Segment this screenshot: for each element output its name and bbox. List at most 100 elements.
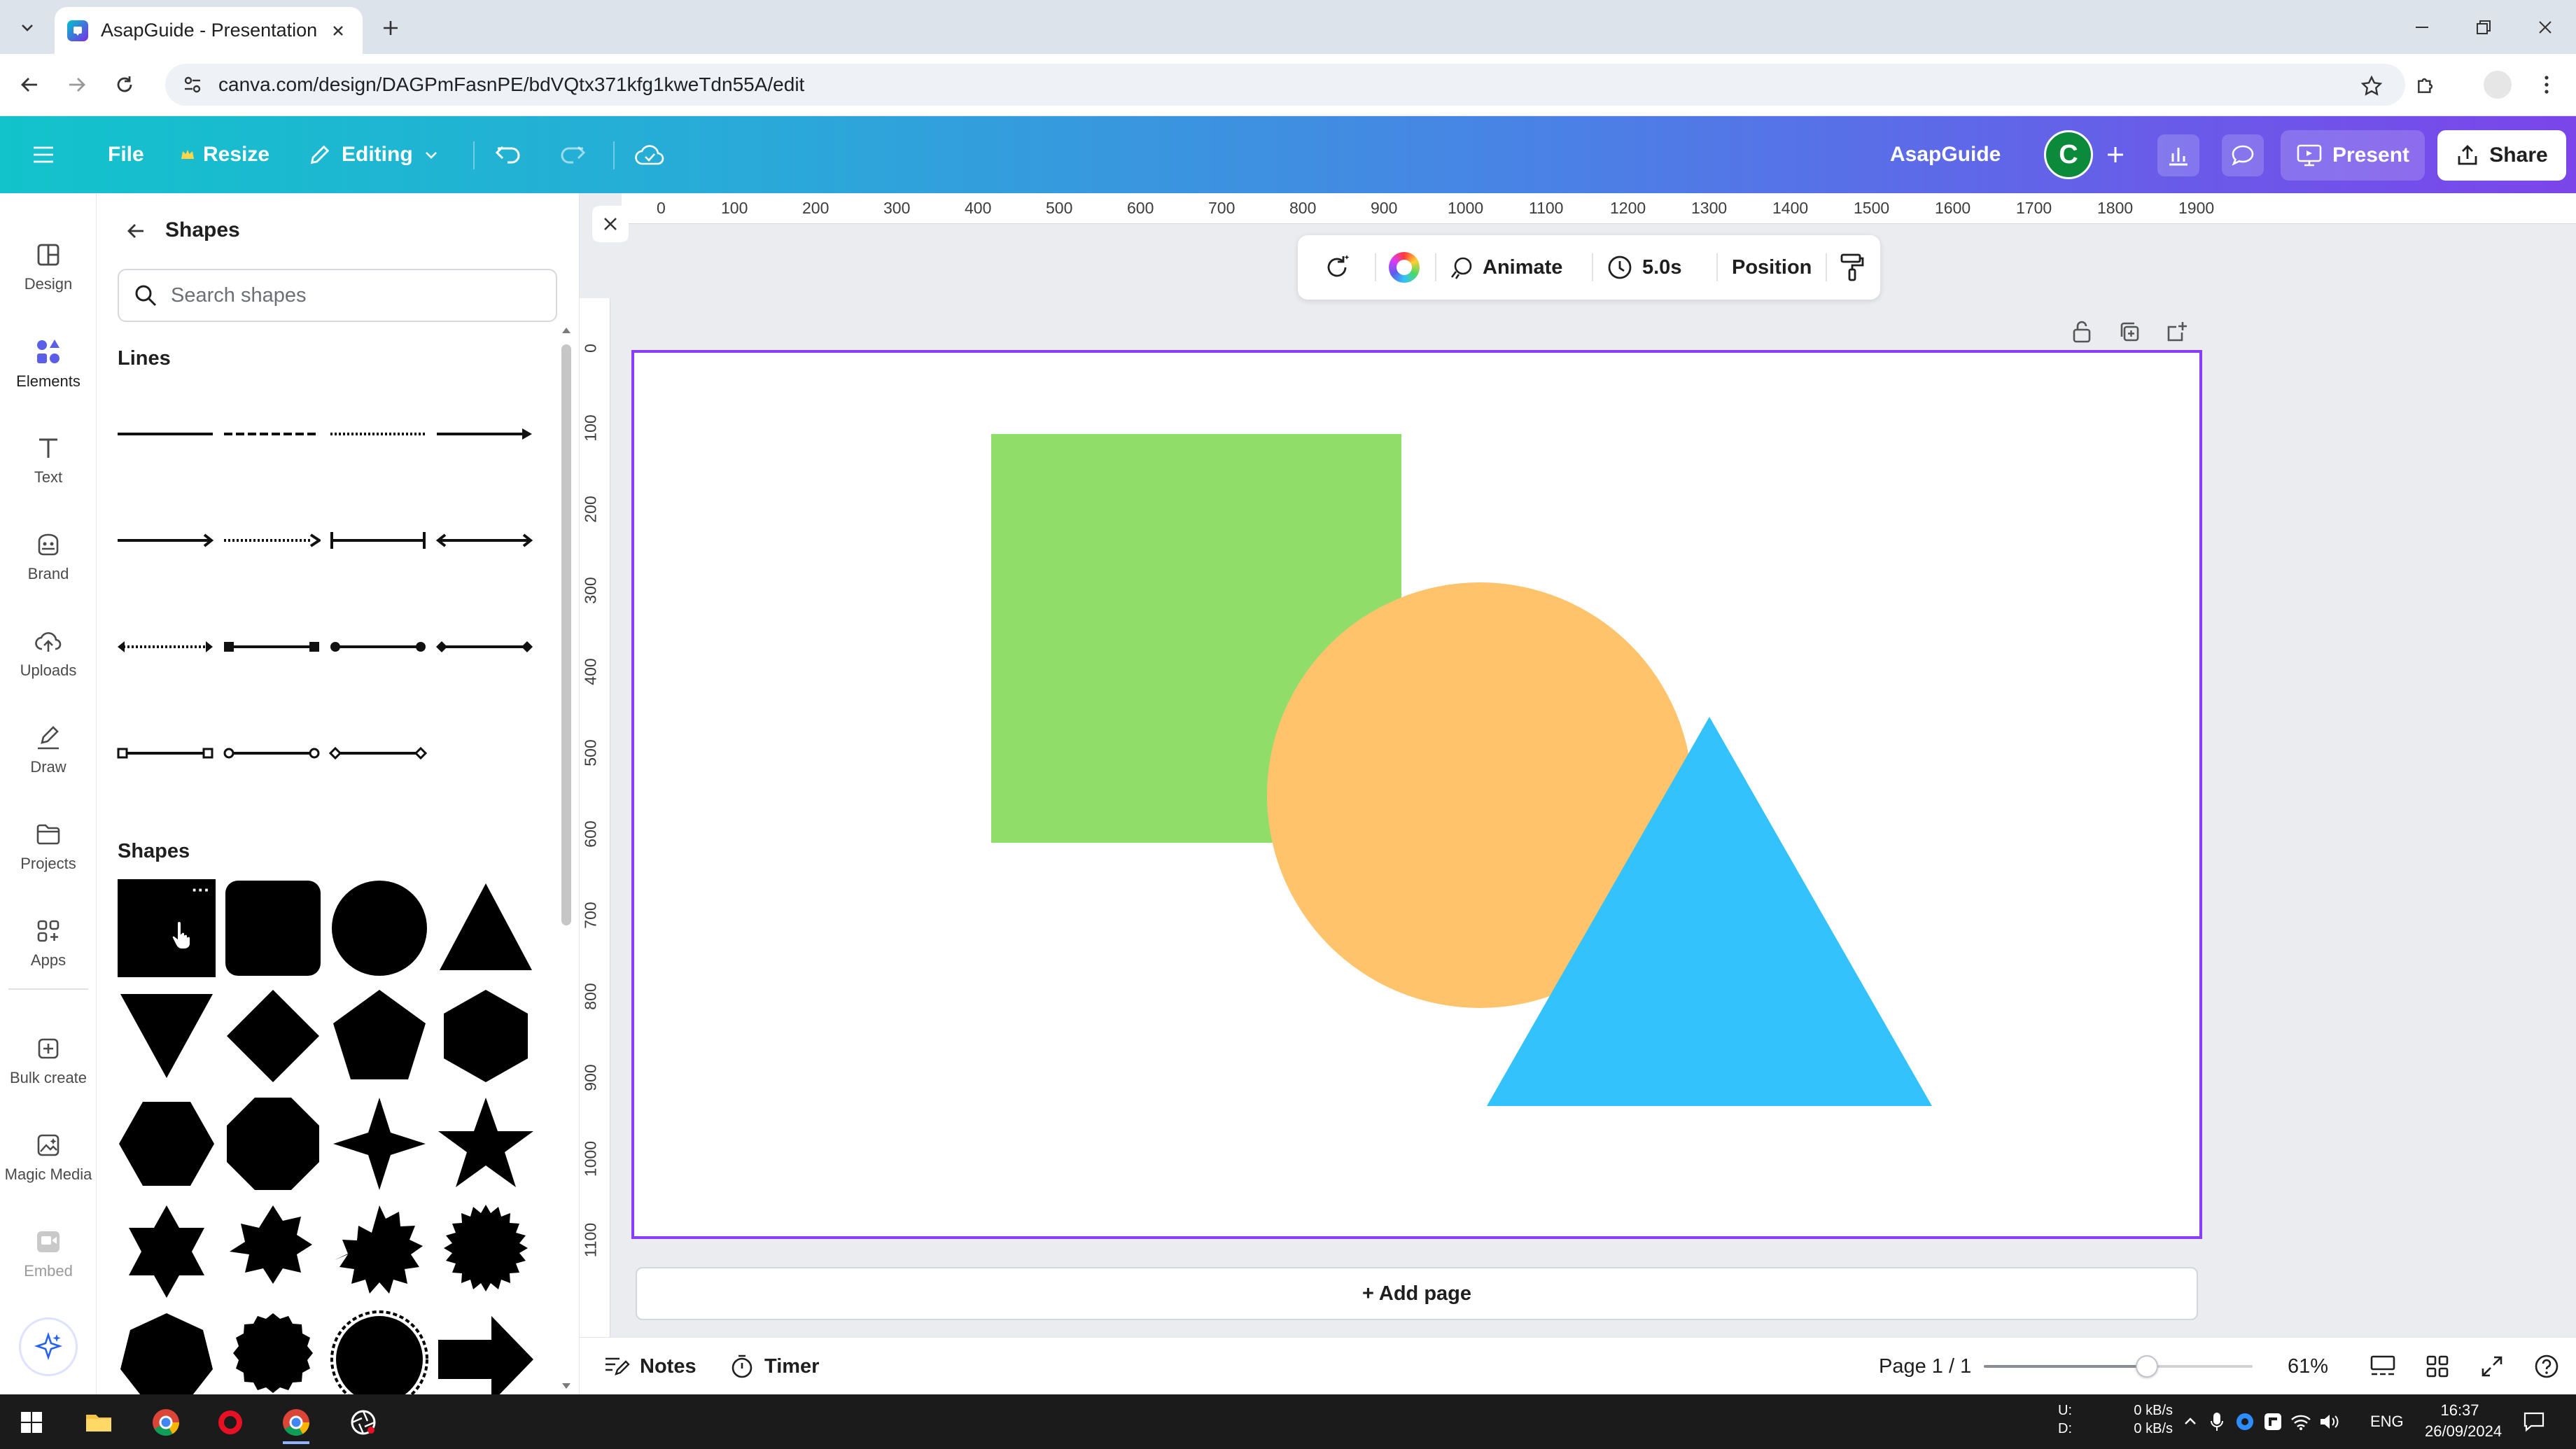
rail-item-apps[interactable]: Apps: [0, 899, 97, 988]
line-open-square-ends[interactable]: [116, 734, 214, 773]
shape-search-input[interactable]: [171, 284, 549, 307]
notes-button[interactable]: Notes: [603, 1338, 696, 1395]
line-open-circle-ends[interactable]: [223, 734, 321, 773]
shape-hexagon-horizontal[interactable]: [118, 1095, 216, 1193]
browser-menu-button[interactable]: [2528, 66, 2565, 103]
notifications-button[interactable]: [2520, 1408, 2548, 1436]
reload-button[interactable]: [106, 66, 143, 103]
rail-item-design[interactable]: Design: [0, 223, 97, 312]
page-indicator[interactable]: Page 1 / 1: [1879, 1338, 1971, 1395]
design-page[interactable]: [631, 350, 2202, 1239]
lock-page-button[interactable]: [2066, 316, 2097, 347]
shape-circle[interactable]: [330, 879, 428, 977]
rail-item-embed[interactable]: Embed: [0, 1210, 97, 1299]
line-open-arrow[interactable]: [116, 521, 214, 560]
user-avatar[interactable]: C: [2044, 130, 2093, 179]
shape-eight-point-star[interactable]: [224, 1203, 322, 1301]
shape-five-point-star[interactable]: [437, 1095, 535, 1193]
line-dotted[interactable]: [329, 414, 427, 454]
shape-hexagon-vertical[interactable]: [437, 987, 535, 1085]
minimize-button[interactable]: [2394, 10, 2450, 45]
comments-button[interactable]: [2222, 134, 2264, 176]
taskbar-chrome[interactable]: [144, 1401, 188, 1444]
line-open-diamond-ends[interactable]: [329, 734, 427, 773]
tray-app-blue[interactable]: [2233, 1410, 2257, 1434]
restore-button[interactable]: [2456, 10, 2512, 45]
resize-button[interactable]: Resize: [179, 116, 270, 193]
shape-arrow-right[interactable]: [437, 1310, 535, 1394]
shape-inverted-triangle[interactable]: [118, 987, 216, 1085]
invite-button[interactable]: [2100, 139, 2131, 170]
help-button[interactable]: [2530, 1350, 2563, 1383]
shape-triangle[interactable]: [437, 879, 535, 977]
scrollbar-thumb[interactable]: [561, 344, 571, 925]
thumbnail-view-button[interactable]: [2366, 1350, 2400, 1383]
tray-network[interactable]: [2289, 1410, 2313, 1434]
tray-app-mixed[interactable]: [2261, 1410, 2285, 1434]
rail-item-uploads[interactable]: Uploads: [0, 609, 97, 699]
line-dotted-double-arrow[interactable]: [116, 627, 214, 666]
profile-avatar[interactable]: [2484, 71, 2512, 99]
address-bar[interactable]: canva.com/design/DAGPmFasnPE/bdVQtx371kf…: [165, 64, 2405, 106]
shape-four-point-star[interactable]: [330, 1095, 428, 1193]
fullscreen-button[interactable]: [2475, 1350, 2509, 1383]
system-clock[interactable]: 16:37 26/09/2024: [2425, 1400, 2502, 1442]
shape-pentagon[interactable]: [330, 987, 428, 1085]
scroll-up-icon[interactable]: [561, 326, 571, 335]
redo-button[interactable]: [559, 116, 587, 193]
line-bar-ends[interactable]: [329, 521, 427, 560]
magic-switch-button[interactable]: [1322, 235, 1352, 300]
line-dashed[interactable]: [223, 414, 321, 454]
new-tab-button[interactable]: [375, 14, 406, 42]
animate-button[interactable]: Animate: [1448, 235, 1562, 300]
window-close-button[interactable]: [2517, 10, 2573, 45]
line-double-arrow[interactable]: [435, 521, 533, 560]
shape-seal[interactable]: [224, 1310, 322, 1394]
browser-tab-active[interactable]: AsapGuide - Presentation: [55, 7, 363, 54]
add-page-corner-button[interactable]: [2162, 316, 2192, 347]
grid-view-button[interactable]: [2421, 1350, 2454, 1383]
shape-search-box[interactable]: [118, 269, 557, 322]
bookmark-button[interactable]: [2359, 74, 2384, 99]
taskbar-file-explorer[interactable]: [77, 1401, 120, 1444]
save-status-button[interactable]: [634, 116, 665, 193]
insights-button[interactable]: [2157, 134, 2199, 176]
tab-search-button[interactable]: [10, 13, 45, 42]
line-circle-ends[interactable]: [329, 627, 427, 666]
shape-badge[interactable]: [330, 1310, 428, 1394]
duplicate-page-button[interactable]: [2114, 316, 2145, 347]
taskbar-screen-tool[interactable]: [342, 1401, 385, 1444]
shape-six-point-star[interactable]: [118, 1203, 216, 1301]
line-solid[interactable]: [116, 414, 214, 454]
undo-button[interactable]: [494, 116, 522, 193]
zoom-slider[interactable]: [1984, 1355, 2253, 1378]
language-indicator[interactable]: ENG: [2370, 1413, 2404, 1431]
panel-back-button[interactable]: [118, 213, 154, 249]
editing-mode-button[interactable]: Editing: [308, 116, 440, 193]
rail-item-magic-media[interactable]: Magic Media: [0, 1113, 97, 1203]
scroll-down-icon[interactable]: [561, 1382, 571, 1390]
shape-octagon[interactable]: [224, 1095, 322, 1193]
shape-square[interactable]: ···: [118, 879, 216, 977]
zoom-slider-handle[interactable]: [2136, 1355, 2158, 1378]
line-arrow[interactable]: [435, 414, 533, 454]
shape-rounded-square[interactable]: [224, 879, 322, 977]
forward-button[interactable]: [59, 66, 95, 103]
shape-twelve-point-star[interactable]: [330, 1203, 428, 1301]
tab-close-button[interactable]: [326, 19, 350, 43]
rail-item-projects[interactable]: Projects: [0, 802, 97, 892]
tray-microphone[interactable]: [2205, 1410, 2229, 1434]
line-diamond-ends[interactable]: [435, 627, 533, 666]
rail-item-elements[interactable]: Elements: [0, 319, 97, 409]
duration-button[interactable]: 5.0s: [1606, 235, 1681, 300]
panel-scrollbar[interactable]: [559, 326, 574, 1390]
position-button[interactable]: Position: [1732, 235, 1812, 300]
taskbar-recorder[interactable]: [209, 1401, 252, 1444]
rail-item-bulk-create[interactable]: Bulk create: [0, 1016, 97, 1106]
tray-volume[interactable]: [2317, 1410, 2341, 1434]
timer-button[interactable]: Timer: [729, 1338, 819, 1395]
close-rulers-button[interactable]: [592, 206, 629, 242]
line-square-ends[interactable]: [223, 627, 321, 666]
present-button[interactable]: Present: [2281, 130, 2425, 181]
shape-burst[interactable]: [437, 1203, 535, 1301]
